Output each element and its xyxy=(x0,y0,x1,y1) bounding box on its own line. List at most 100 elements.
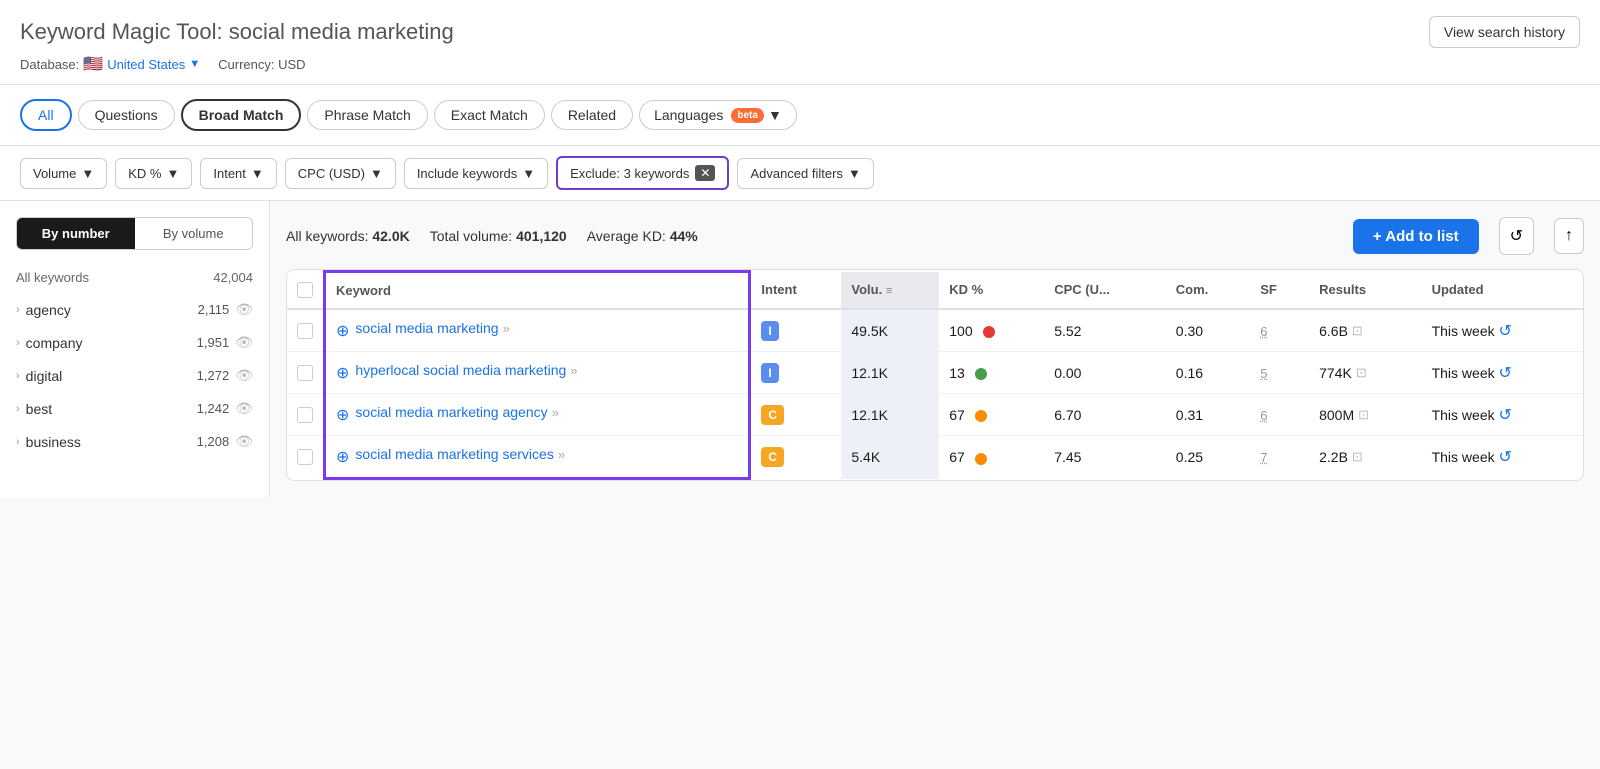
keyword-link[interactable]: ⊕ social media marketing services » xyxy=(336,446,738,467)
keyword-text: social media marketing services » xyxy=(355,446,565,462)
kd-column-header: KD % xyxy=(939,272,1044,310)
intent-filter[interactable]: Intent ▼ xyxy=(200,158,276,189)
exclude-filter[interactable]: Exclude: 3 keywords ✕ xyxy=(556,156,729,190)
cpc-cell: 6.70 xyxy=(1044,394,1166,436)
eye-icon[interactable]: 👁 xyxy=(235,400,253,417)
tab-questions[interactable]: Questions xyxy=(78,100,175,130)
refresh-icon[interactable]: ↺ xyxy=(1499,407,1512,424)
sidebar-count: 1,208 xyxy=(197,434,230,449)
volume-filter[interactable]: Volume ▼ xyxy=(20,158,107,189)
row-checkbox[interactable] xyxy=(297,449,313,465)
all-keywords-stat: All keywords: 42.0K xyxy=(286,228,410,244)
export-button[interactable]: ↑ xyxy=(1554,218,1584,254)
refresh-button[interactable]: ↺ xyxy=(1499,217,1534,255)
sidebar-count: 2,115 xyxy=(198,302,230,317)
results-cell: 2.2B ⊡ xyxy=(1309,436,1421,479)
refresh-icon[interactable]: ↺ xyxy=(1499,323,1512,340)
refresh-icon[interactable]: ↺ xyxy=(1499,449,1512,466)
currency-label: Currency: USD xyxy=(218,57,305,72)
results-value: 800M xyxy=(1319,407,1354,423)
content-area: All keywords: 42.0K Total volume: 401,12… xyxy=(270,201,1600,497)
table-header-row: Keyword Intent Volu. ≡ KD % CPC (U... Co… xyxy=(287,272,1583,310)
eye-icon[interactable]: 👁 xyxy=(235,301,253,318)
row-checkbox[interactable] xyxy=(297,365,313,381)
chevron-right-icon: » xyxy=(503,321,510,336)
sidebar-label: agency xyxy=(26,302,192,318)
keyword-link[interactable]: ⊕ social media marketing agency » xyxy=(336,404,738,425)
results-cell: 6.6B ⊡ xyxy=(1309,309,1421,352)
header: Keyword Magic Tool: social media marketi… xyxy=(0,0,1600,201)
tool-label: Keyword Magic Tool: xyxy=(20,19,223,44)
results-column-header: Results xyxy=(1309,272,1421,310)
sidebar-count: 1,951 xyxy=(197,335,230,350)
volume-cell: 49.5K xyxy=(841,309,939,352)
plus-icon: ⊕ xyxy=(336,363,349,383)
advanced-filters[interactable]: Advanced filters ▼ xyxy=(737,158,873,189)
volume-label: Volume xyxy=(33,166,76,181)
kd-cell: 67 xyxy=(939,436,1044,479)
all-keywords-label: All keywords: xyxy=(286,228,368,244)
chevron-down-icon[interactable]: ▼ xyxy=(189,58,200,70)
all-keywords-value: 42.0K xyxy=(372,228,409,244)
tab-all[interactable]: All xyxy=(20,99,72,131)
country-select[interactable]: United States xyxy=(107,57,185,72)
cpc-filter[interactable]: CPC (USD) ▼ xyxy=(285,158,396,189)
view-history-button[interactable]: View search history xyxy=(1429,16,1580,48)
sf-column-header: SF xyxy=(1250,272,1309,310)
chevron-right-icon: › xyxy=(16,337,20,349)
sidebar-count: 1,242 xyxy=(197,401,230,416)
sort-icon: ≡ xyxy=(886,285,892,297)
toggle-by-volume[interactable]: By volume xyxy=(135,218,253,249)
chevron-down-icon: ▼ xyxy=(370,166,383,181)
chevron-down-icon: ▼ xyxy=(81,166,94,181)
eye-icon[interactable]: 👁 xyxy=(235,367,253,384)
refresh-icon[interactable]: ↺ xyxy=(1499,365,1512,382)
sidebar-item-company[interactable]: › company 1,951 👁 xyxy=(0,326,269,359)
tabs-row: All Questions Broad Match Phrase Match E… xyxy=(20,99,1580,145)
cpc-cell: 7.45 xyxy=(1044,436,1166,479)
row-checkbox[interactable] xyxy=(297,323,313,339)
select-all-checkbox[interactable] xyxy=(297,282,313,298)
include-keywords-filter[interactable]: Include keywords ▼ xyxy=(404,158,548,189)
com-cell: 0.16 xyxy=(1166,352,1250,394)
table-row: ⊕ social media marketing agency » C 12.1… xyxy=(287,394,1583,436)
tab-broad-match[interactable]: Broad Match xyxy=(181,99,302,131)
keywords-table: Keyword Intent Volu. ≡ KD % CPC (U... Co… xyxy=(286,269,1584,481)
keyword-link[interactable]: ⊕ social media marketing » xyxy=(336,320,738,341)
sidebar-label: best xyxy=(26,401,191,417)
exclude-close-icon[interactable]: ✕ xyxy=(695,165,715,181)
avg-kd-stat: Average KD: 44% xyxy=(587,228,698,244)
eye-icon[interactable]: 👁 xyxy=(235,433,253,450)
sidebar-item-digital[interactable]: › digital 1,272 👁 xyxy=(0,359,269,392)
keyword-link[interactable]: ⊕ hyperlocal social media marketing » xyxy=(336,362,738,383)
keyword-text: social media marketing agency » xyxy=(355,404,558,420)
sf-cell: 6 xyxy=(1250,309,1309,352)
languages-button[interactable]: Languages beta ▼ xyxy=(639,100,797,130)
row-checkbox[interactable] xyxy=(297,407,313,423)
sidebar: By number By volume All keywords 42,004 … xyxy=(0,201,270,497)
sidebar-item-agency[interactable]: › agency 2,115 👁 xyxy=(0,293,269,326)
sidebar-item-business[interactable]: › business 1,208 👁 xyxy=(0,425,269,458)
com-column-header: Com. xyxy=(1166,272,1250,310)
add-to-list-button[interactable]: + Add to list xyxy=(1353,219,1479,254)
tab-exact-match[interactable]: Exact Match xyxy=(434,100,545,130)
eye-icon[interactable]: 👁 xyxy=(235,334,253,351)
results-icon: ⊡ xyxy=(1358,407,1369,423)
sidebar-label: digital xyxy=(26,368,191,384)
updated-cell: This week ↺ xyxy=(1422,309,1583,352)
sf-value: 7 xyxy=(1260,450,1267,465)
chevron-right-icon: » xyxy=(558,447,565,462)
volume-column-header[interactable]: Volu. ≡ xyxy=(841,272,939,310)
volume-cell: 12.1K xyxy=(841,394,939,436)
cpc-cell: 0.00 xyxy=(1044,352,1166,394)
flag-icon: 🇺🇸 xyxy=(83,54,103,74)
sidebar-item-best[interactable]: › best 1,242 👁 xyxy=(0,392,269,425)
tab-related[interactable]: Related xyxy=(551,100,633,130)
kd-filter[interactable]: KD % ▼ xyxy=(115,158,192,189)
toggle-by-number[interactable]: By number xyxy=(17,218,135,249)
updated-cell: This week ↺ xyxy=(1422,436,1583,479)
tab-phrase-match[interactable]: Phrase Match xyxy=(307,100,427,130)
intent-cell: I xyxy=(750,309,841,352)
chevron-down-icon: ▼ xyxy=(166,166,179,181)
keyword-column-header[interactable]: Keyword xyxy=(325,272,750,310)
